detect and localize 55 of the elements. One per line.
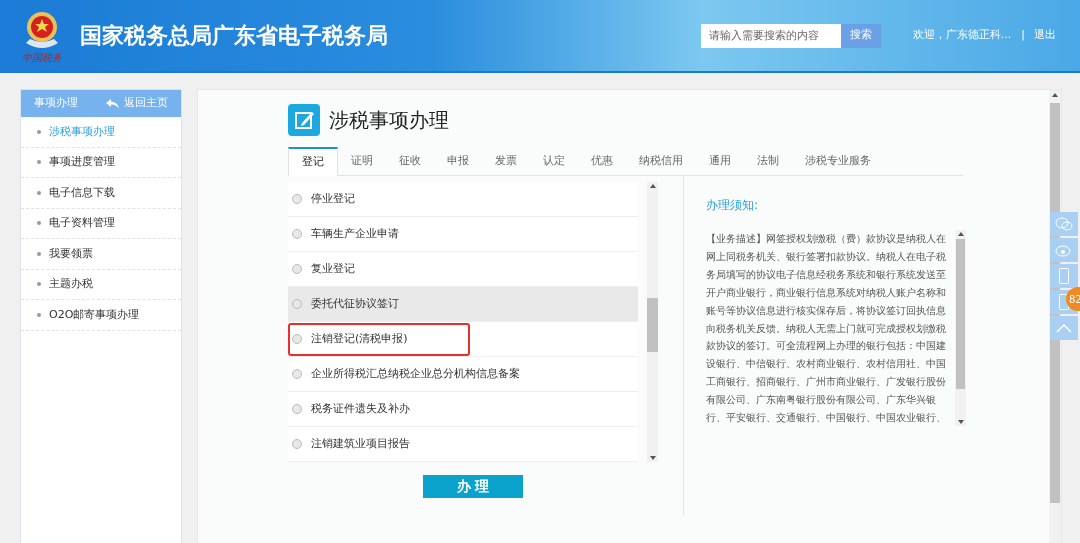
- sidebar-item[interactable]: 主题办税: [21, 269, 181, 300]
- radio-button[interactable]: [292, 334, 302, 344]
- radio-button[interactable]: [292, 404, 302, 414]
- list-item[interactable]: 复业登记: [288, 252, 638, 287]
- radio-button[interactable]: [292, 194, 302, 204]
- tab[interactable]: 申报: [434, 147, 482, 176]
- sidebar-item[interactable]: 我要领票: [21, 239, 181, 270]
- item-label: 停业登记: [311, 190, 355, 207]
- list-item[interactable]: 税务证件遗失及补办: [288, 392, 638, 427]
- tab[interactable]: 法制: [744, 147, 792, 176]
- list-item[interactable]: 委托代征协议签订: [288, 287, 638, 322]
- item-label: 车辆生产企业申请: [311, 225, 399, 242]
- page-title: 涉税事项办理: [329, 107, 449, 134]
- list-item[interactable]: 企业所得税汇总纳税企业总分机构信息备案: [288, 357, 638, 392]
- sidebar-item[interactable]: 电子资料管理: [21, 208, 181, 239]
- list-item[interactable]: 注销登记(清税申报): [288, 322, 638, 357]
- radio-button[interactable]: [292, 229, 302, 239]
- edit-icon: [288, 104, 320, 136]
- sidebar-item[interactable]: 电子信息下载: [21, 178, 181, 209]
- search-field[interactable]: 请输入需要搜索的内容: [700, 23, 841, 48]
- item-label: 企业所得税汇总纳税企业总分机构信息备案: [311, 365, 520, 382]
- item-label: 复业登记: [311, 260, 355, 277]
- sidebar-item[interactable]: O2O邮寄事项办理: [21, 300, 181, 331]
- chat-icon[interactable]: [1050, 212, 1078, 236]
- item-label: 税务证件遗失及补办: [311, 400, 410, 417]
- welcome-text: 欢迎，广东德正科...: [912, 27, 1012, 44]
- item-label: 注销登记(清税申报): [311, 330, 408, 347]
- radio-button[interactable]: [292, 369, 302, 379]
- sidebar-title: 事项办理: [34, 95, 78, 112]
- tab[interactable]: 征收: [386, 147, 434, 176]
- list-item[interactable]: 注销建筑业项目报告: [288, 427, 638, 462]
- notice-text: 【业务描述】网签授权划缴税（费）款协议是纳税人在网上同税务机关、银行签署扣款协议。纳税人在电子税务局填写的协议电子信息经税务系统和银行系统发送至开户商业银行，商业银行信息系统对纳税人账户名称和账号等协议信息进行核实保存后，将协议签订回执信息向税务机关反馈。纳税人无需上门就可完成授权划缴税款协议的签订。可全流程网上办理的银行包括：中国建设银行、中信银行、农村商业银行、农村信用社、中国工商银行、招商银行、广州市商业银行、广发银行股份有限公司、广东南粤银行股份有限公司、广东华兴银行、平安银行、交通银行、中国银行、中国农业银行、: [706, 232, 947, 426]
- radio-button[interactable]: [292, 439, 302, 449]
- notice-title: 办理须知:: [706, 198, 759, 212]
- back-to-top-icon[interactable]: [1050, 316, 1078, 340]
- list-item[interactable]: 车辆生产企业申请: [288, 217, 638, 252]
- tab[interactable]: 纳税信用: [626, 147, 696, 176]
- sidebar-item[interactable]: 事项进度管理: [21, 147, 181, 178]
- phone-icon[interactable]: [1050, 264, 1078, 288]
- separator-text: |: [1021, 27, 1025, 44]
- item-label: 注销建筑业项目报告: [311, 435, 410, 452]
- tab[interactable]: 证明: [338, 147, 386, 176]
- back-arrow-icon: [106, 98, 120, 109]
- item-label: 委托代征协议签订: [311, 295, 399, 312]
- tab[interactable]: 认定: [530, 147, 578, 176]
- tab[interactable]: 涉税专业服务: [792, 147, 884, 176]
- tab[interactable]: 通用: [696, 147, 744, 176]
- list-item[interactable]: 停业登记: [288, 182, 638, 217]
- logo-caption: 中国税务: [22, 52, 62, 63]
- radio-button[interactable]: [292, 299, 302, 309]
- tab[interactable]: 发票: [482, 147, 530, 176]
- radio-button[interactable]: [292, 264, 302, 274]
- site-title: 国家税务总局广东省电子税务局: [80, 22, 388, 50]
- tab[interactable]: 登记: [288, 147, 338, 176]
- tab[interactable]: 优惠: [578, 147, 626, 176]
